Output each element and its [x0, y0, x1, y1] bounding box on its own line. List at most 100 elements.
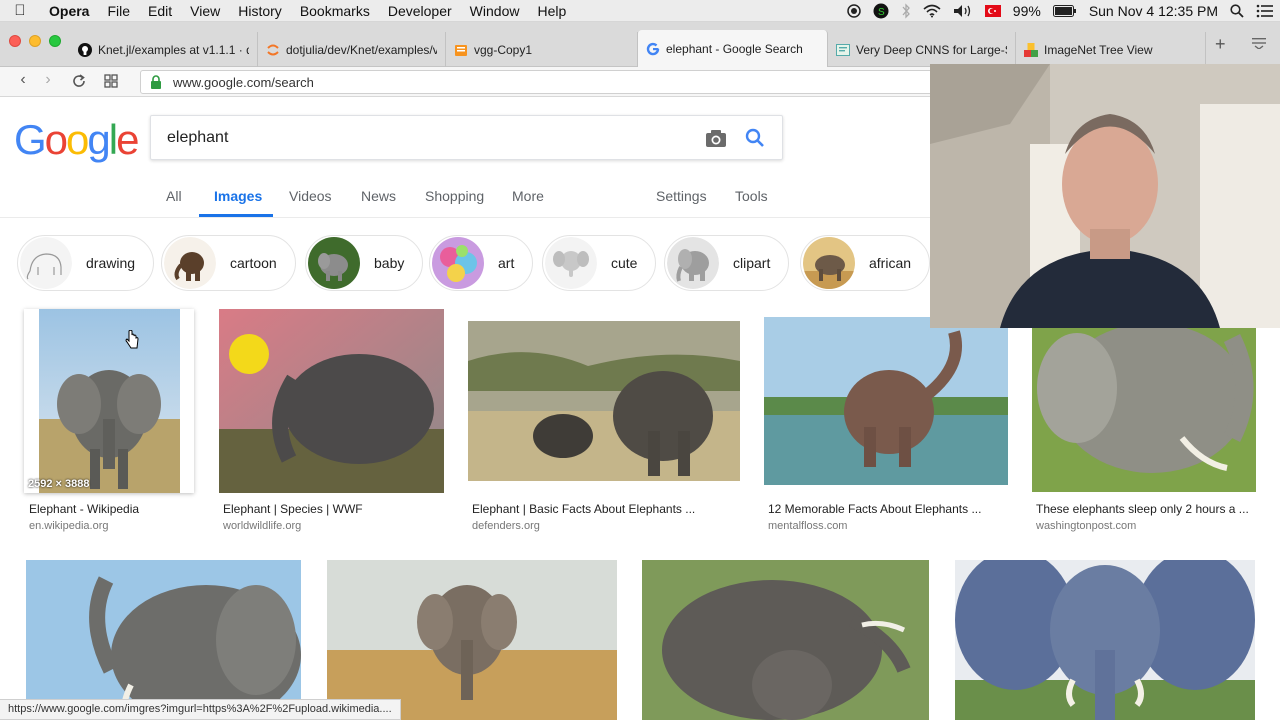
image-result[interactable]: 12 Memorable Facts About Elephants ... m…: [764, 317, 1008, 534]
minimize-window-button[interactable]: [29, 35, 41, 47]
result-thumbnail[interactable]: [1032, 328, 1256, 492]
volume-icon[interactable]: [953, 4, 973, 18]
menu-bar-clock[interactable]: Sun Nov 4 12:35 PM: [1089, 3, 1218, 19]
paper-icon: [836, 43, 850, 57]
result-thumbnail[interactable]: [327, 560, 617, 720]
spotlight-search-icon[interactable]: [1230, 4, 1244, 18]
back-icon[interactable]: ‹: [13, 71, 33, 89]
svg-text:S: S: [878, 7, 885, 18]
apple-icon[interactable]: : [0, 2, 40, 19]
webcam-overlay: [930, 64, 1280, 328]
result-thumbnail[interactable]: [642, 560, 929, 720]
menu-app-opera[interactable]: Opera: [40, 0, 98, 22]
wifi-icon[interactable]: [923, 4, 941, 18]
chip-label: baby: [374, 255, 405, 271]
image-result[interactable]: [642, 560, 929, 720]
result-thumbnail[interactable]: [26, 560, 301, 720]
result-site[interactable]: worldwildlife.org: [223, 520, 301, 532]
zoom-window-button[interactable]: [49, 35, 61, 47]
result-thumbnail[interactable]: [764, 317, 1008, 485]
menu-file[interactable]: File: [98, 0, 139, 22]
chip-baby[interactable]: baby: [305, 235, 424, 291]
result-title[interactable]: Elephant - Wikipedia: [29, 502, 139, 516]
tab-all[interactable]: All: [166, 188, 182, 204]
chip-label: clipart: [733, 255, 771, 271]
google-logo[interactable]: Google: [14, 116, 139, 164]
result-title[interactable]: Elephant | Species | WWF: [223, 502, 363, 516]
tab-tools[interactable]: Tools: [735, 188, 768, 204]
tab-settings[interactable]: Settings: [656, 188, 707, 204]
tab-imagenet-tree-view[interactable]: ImageNet Tree View: [1016, 32, 1206, 67]
jupyter-icon: [266, 43, 280, 57]
imagenet-icon: [1024, 42, 1038, 57]
menu-bookmarks[interactable]: Bookmarks: [291, 0, 379, 22]
reload-icon[interactable]: [69, 73, 89, 94]
image-result[interactable]: These elephants sleep only 2 hours a ...…: [1032, 328, 1256, 534]
notification-center-icon[interactable]: [1256, 4, 1274, 18]
tab-news[interactable]: News: [361, 188, 396, 204]
tab-more[interactable]: More: [512, 188, 544, 204]
image-result[interactable]: [955, 560, 1255, 720]
skype-icon[interactable]: S: [873, 3, 889, 19]
chip-drawing[interactable]: drawing: [17, 235, 155, 291]
chip-label: art: [498, 255, 515, 271]
chip-thumbnail: [308, 237, 360, 289]
lock-icon: [149, 75, 163, 89]
tab-very-deep-cnns[interactable]: Very Deep CNNS for Large-S: [828, 32, 1016, 67]
tab-menu-icon[interactable]: [1252, 36, 1266, 52]
battery-icon[interactable]: [1052, 5, 1077, 17]
bluetooth-icon[interactable]: [901, 3, 911, 19]
screen:  Opera File Edit View History Bookmarks…: [0, 0, 1280, 720]
chip-art[interactable]: art: [429, 235, 534, 291]
speed-dial-grid-icon[interactable]: [101, 73, 121, 94]
menu-edit[interactable]: Edit: [139, 0, 181, 22]
chip-african[interactable]: african: [800, 235, 931, 291]
record-icon[interactable]: [847, 4, 861, 18]
chip-label: cute: [611, 255, 638, 271]
menu-history[interactable]: History: [229, 0, 291, 22]
macos-menu-bar:  Opera File Edit View History Bookmarks…: [0, 0, 1280, 22]
tab-label: dotjulia/dev/Knet/examples/v: [286, 42, 437, 57]
camera-icon[interactable]: [705, 128, 727, 153]
tab-knet-examples[interactable]: Knet.jl/examples at v1.1.1 · de: [70, 32, 258, 67]
search-icon[interactable]: [745, 128, 765, 153]
tab-vgg-notebook[interactable]: vgg-Copy1: [446, 32, 638, 67]
tab-jupyter-examples[interactable]: dotjulia/dev/Knet/examples/v: [258, 32, 446, 67]
image-result[interactable]: [26, 560, 301, 720]
tab-google-search[interactable]: elephant - Google Search: [638, 30, 828, 67]
chip-thumbnail: [667, 237, 719, 289]
result-site[interactable]: mentalfloss.com: [768, 520, 847, 532]
tab-shopping[interactable]: Shopping: [425, 188, 484, 204]
image-result[interactable]: [327, 560, 617, 720]
result-thumbnail[interactable]: [219, 309, 444, 493]
menu-window[interactable]: Window: [461, 0, 529, 22]
image-result[interactable]: Elephant | Basic Facts About Elephants .…: [468, 321, 740, 534]
new-tab-icon[interactable]: +: [1215, 34, 1226, 55]
result-title[interactable]: 12 Memorable Facts About Elephants ...: [768, 502, 981, 516]
forward-icon[interactable]: ›: [38, 71, 58, 89]
result-title[interactable]: Elephant | Basic Facts About Elephants .…: [472, 502, 695, 516]
tab-videos[interactable]: Videos: [289, 188, 332, 204]
chip-cute[interactable]: cute: [542, 235, 657, 291]
tab-images[interactable]: Images: [214, 188, 262, 204]
close-window-button[interactable]: [9, 35, 21, 47]
result-thumbnail[interactable]: 2592 × 3888: [24, 309, 194, 493]
result-title[interactable]: These elephants sleep only 2 hours a ...: [1036, 502, 1249, 516]
menu-help[interactable]: Help: [528, 0, 575, 22]
result-site[interactable]: en.wikipedia.org: [29, 520, 109, 532]
chip-clipart[interactable]: clipart: [664, 235, 790, 291]
chip-thumbnail: [432, 237, 484, 289]
result-site[interactable]: defenders.org: [472, 520, 540, 532]
menu-developer[interactable]: Developer: [379, 0, 461, 22]
result-site[interactable]: washingtonpost.com: [1036, 520, 1136, 532]
menu-view[interactable]: View: [181, 0, 229, 22]
image-result[interactable]: 2592 × 3888 Elephant - Wikipedia en.wiki…: [24, 309, 196, 534]
result-thumbnail[interactable]: [955, 560, 1255, 720]
url-field[interactable]: www.google.com/search: [140, 70, 940, 94]
turkish-flag-icon[interactable]: [984, 5, 1001, 17]
search-input[interactable]: elephant: [150, 115, 783, 160]
result-thumbnail[interactable]: [468, 321, 740, 481]
chip-cartoon[interactable]: cartoon: [161, 235, 296, 291]
image-result[interactable]: Elephant | Species | WWF worldwildlife.o…: [219, 309, 445, 534]
chip-thumbnail: [803, 237, 855, 289]
